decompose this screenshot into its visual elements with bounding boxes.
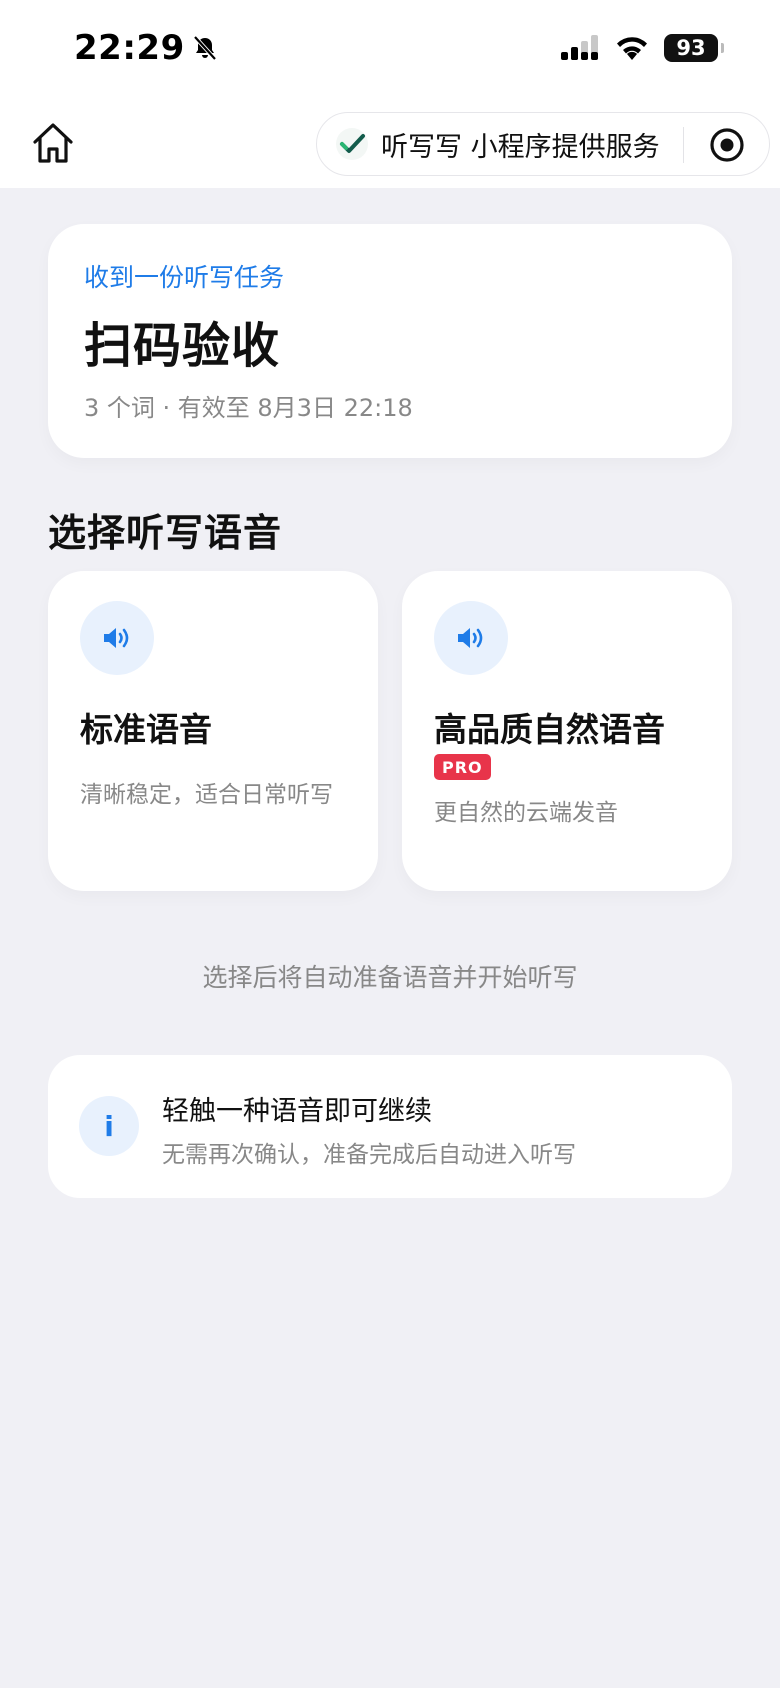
capsule-text: 听写写 小程序提供服务 (381, 131, 660, 163)
battery-level: 93 (676, 36, 706, 60)
voice-desc: 更自然的云端发音 (434, 800, 618, 826)
voice-option-natural[interactable]: 高品质自然语音 PRO 更自然的云端发音 (402, 571, 732, 891)
voice-name: 标准语音 (80, 710, 212, 749)
battery-icon: 93 (664, 34, 724, 62)
capsule-divider (683, 127, 684, 163)
speaker-icon (458, 628, 483, 648)
bell-off-icon (193, 35, 217, 61)
section-title: 选择听写语音 (48, 511, 283, 555)
task-title: 扫码验收 (84, 318, 281, 374)
hint-text: 选择后将自动准备语音并开始听写 (202, 963, 578, 992)
speaker-icon (104, 628, 129, 648)
status-time: 22:29 (74, 28, 219, 68)
wifi-icon (617, 37, 647, 60)
record-dot-icon[interactable] (709, 127, 745, 163)
info-card: i 轻触一种语音即可继续 无需再次确认，准备完成后自动进入听写 (48, 1055, 732, 1198)
info-title: 轻触一种语音即可继续 (162, 1096, 432, 1127)
top-bar: 22:29 93 听写写 小程序提供服务 (0, 0, 780, 188)
status-right: 93 (560, 34, 724, 62)
speaker-icon-wrap (80, 601, 154, 675)
info-icon: i (79, 1096, 139, 1156)
task-kicker: 收到一份听写任务 (84, 263, 285, 292)
speaker-icon-wrap (434, 601, 508, 675)
task-card: 收到一份听写任务 扫码验收 3 个词 · 有效至 8月3日 22:18 (48, 224, 732, 458)
voice-option-standard[interactable]: 标准语音 清晰稳定，适合日常听写 (48, 571, 378, 891)
pro-badge: PRO (434, 754, 491, 780)
miniprogram-capsule[interactable]: 听写写 小程序提供服务 (316, 112, 770, 176)
voice-name: 高品质自然语音 (434, 710, 665, 749)
info-subtitle: 无需再次确认，准备完成后自动进入听写 (162, 1142, 576, 1168)
home-icon[interactable] (30, 120, 76, 166)
task-meta: 3 个词 · 有效至 8月3日 22:18 (84, 394, 413, 422)
voice-desc: 清晰稳定，适合日常听写 (80, 782, 333, 808)
cellular-signal-icon (561, 35, 598, 60)
checkmark-logo-icon (336, 128, 368, 160)
status-time-text: 22:29 (74, 28, 185, 68)
